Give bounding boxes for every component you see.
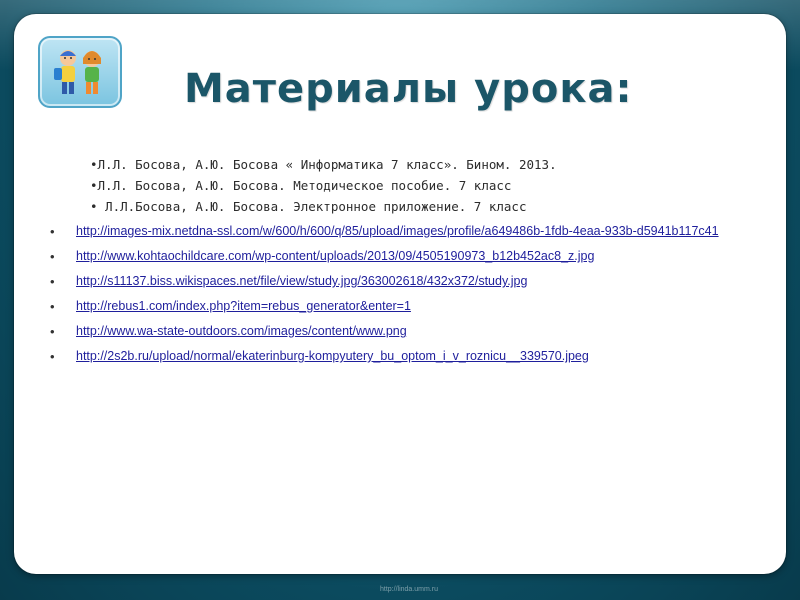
list-item: • http://www.kohtaochildcare.com/wp-cont… bbox=[50, 247, 770, 266]
source-link[interactable]: http://images-mix.netdna-ssl.com/w/600/h… bbox=[76, 224, 719, 238]
list-item: • http://2s2b.ru/upload/normal/ekaterinb… bbox=[50, 347, 770, 366]
bullet-icon: • bbox=[50, 324, 55, 339]
list-item: • http://rebus1.com/index.php?item=rebus… bbox=[50, 297, 770, 316]
slide-frame: Материалы урока: •Л.Л. Босова, А.Ю. Босо… bbox=[0, 0, 800, 600]
source-link[interactable]: http://s11137.biss.wikispaces.net/file/v… bbox=[76, 274, 527, 288]
bullet-icon: • bbox=[50, 224, 55, 239]
source-link[interactable]: http://rebus1.com/index.php?item=rebus_g… bbox=[76, 299, 411, 313]
references-list: •Л.Л. Босова, А.Ю. Босова « Информатика … bbox=[90, 154, 557, 217]
list-item: • Л.Л.Босова, А.Ю. Босова. Электронное п… bbox=[90, 199, 527, 214]
source-link[interactable]: http://www.wa-state-outdoors.com/images/… bbox=[76, 324, 407, 338]
bullet-icon: • bbox=[50, 349, 55, 364]
bullet-icon: • bbox=[50, 249, 55, 264]
list-item: •Л.Л. Босова, А.Ю. Босова. Методическое … bbox=[90, 178, 512, 193]
list-item: •Л.Л. Босова, А.Ю. Босова « Информатика … bbox=[90, 157, 557, 172]
list-item: • http://images-mix.netdna-ssl.com/w/600… bbox=[50, 222, 770, 241]
links-list: • http://images-mix.netdna-ssl.com/w/600… bbox=[50, 222, 770, 372]
source-link[interactable]: http://www.kohtaochildcare.com/wp-conten… bbox=[76, 249, 594, 263]
page-title: Материалы урока: bbox=[184, 66, 633, 112]
list-item: • http://s11137.biss.wikispaces.net/file… bbox=[50, 272, 770, 291]
footer-url: http://linda.umm.ru bbox=[380, 586, 438, 593]
kids-logo-icon bbox=[38, 36, 122, 108]
bullet-icon: • bbox=[50, 299, 55, 314]
source-link[interactable]: http://2s2b.ru/upload/normal/ekaterinbur… bbox=[76, 349, 589, 363]
bullet-icon: • bbox=[50, 274, 55, 289]
slide-canvas: Материалы урока: •Л.Л. Босова, А.Ю. Босо… bbox=[14, 14, 786, 574]
list-item: • http://www.wa-state-outdoors.com/image… bbox=[50, 322, 770, 341]
